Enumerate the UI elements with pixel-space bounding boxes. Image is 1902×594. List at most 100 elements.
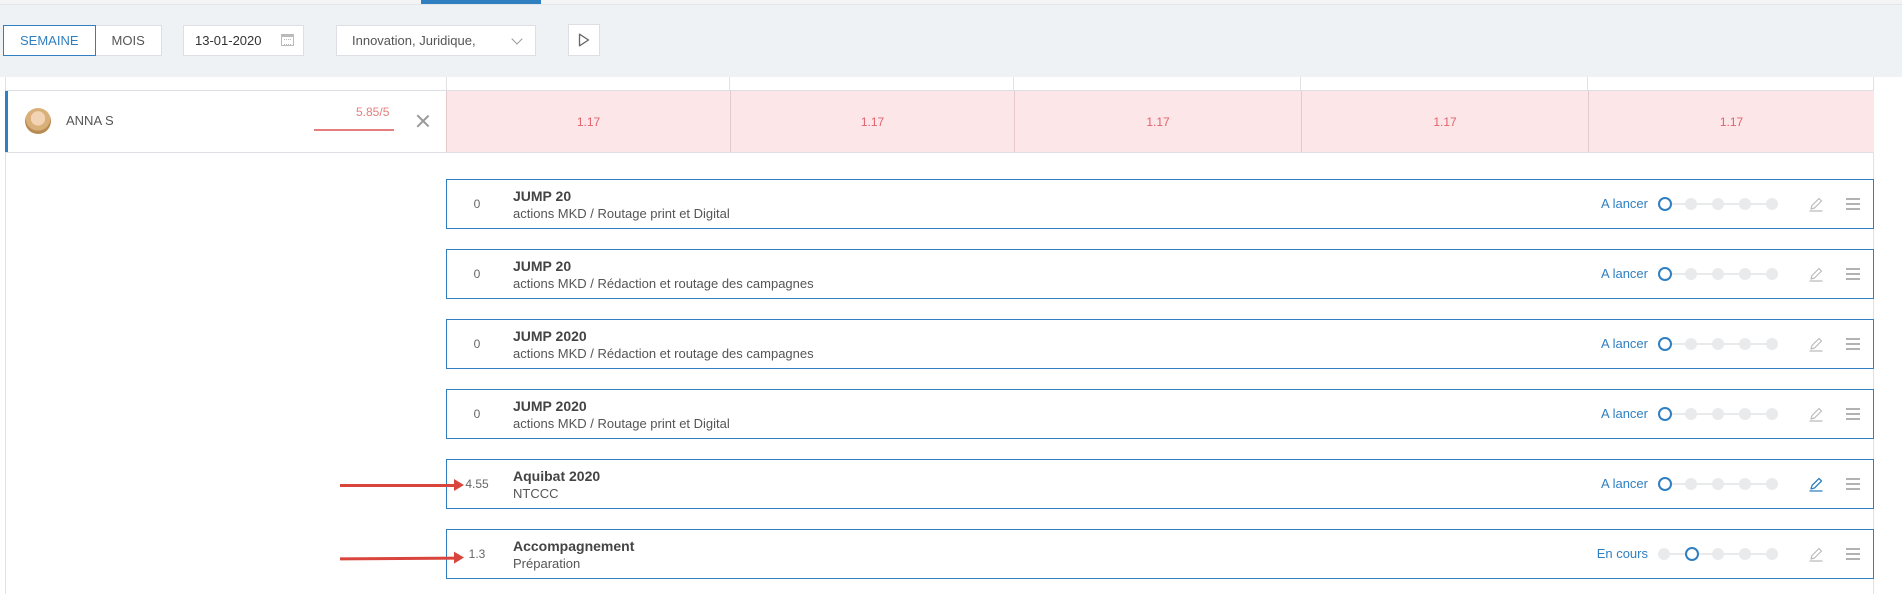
task-title: JUMP 2020 — [513, 398, 587, 414]
stepper-dot[interactable] — [1766, 548, 1778, 560]
stepper-dot[interactable] — [1712, 408, 1724, 420]
date-field[interactable]: 13-01-2020 — [183, 25, 304, 56]
stepper-current-dot[interactable] — [1658, 267, 1672, 281]
stepper-current-dot[interactable] — [1658, 477, 1672, 491]
run-button[interactable] — [568, 24, 600, 56]
task-subtitle: actions MKD / Rédaction et routage des c… — [513, 346, 814, 361]
task-hours: 0 — [473, 337, 481, 351]
task-title: JUMP 20 — [513, 258, 572, 274]
toolbar: SEMAINE MOIS 13-01-2020 Innovation, Juri… — [0, 5, 1902, 77]
stepper-current-dot[interactable] — [1658, 197, 1672, 211]
column-divider — [446, 77, 447, 90]
column-divider — [1013, 77, 1014, 90]
stepper-dot[interactable] — [1739, 338, 1751, 350]
task-status: A lancer — [1601, 266, 1648, 281]
week-view-button[interactable]: SEMAINE — [3, 25, 96, 56]
status-stepper[interactable] — [1658, 547, 1780, 561]
stepper-dot[interactable] — [1712, 478, 1724, 490]
status-stepper[interactable] — [1658, 407, 1780, 421]
task-hours: 0 — [473, 267, 481, 281]
day-load-cell[interactable]: 1.17 — [1301, 91, 1588, 152]
task-row[interactable]: 4.55 Aquibat 2020 NTCCC A lancer — [446, 459, 1874, 509]
stepper-dot[interactable] — [1658, 548, 1670, 560]
pencil-icon[interactable] — [1808, 196, 1824, 212]
stepper-dot[interactable] — [1739, 268, 1751, 280]
stepper-dot[interactable] — [1712, 338, 1724, 350]
department-select[interactable]: Innovation, Juridique, — [336, 25, 536, 56]
pencil-icon[interactable] — [1808, 336, 1824, 352]
status-stepper[interactable] — [1658, 197, 1780, 211]
task-row[interactable]: 0 JUMP 2020 actions MKD / Rédaction et r… — [446, 319, 1874, 369]
active-tab-indicator — [421, 0, 541, 4]
task-row[interactable]: 0 JUMP 2020 actions MKD / Routage print … — [446, 389, 1874, 439]
stepper-current-dot[interactable] — [1685, 547, 1699, 561]
pencil-icon[interactable] — [1808, 406, 1824, 422]
status-stepper[interactable] — [1658, 267, 1780, 281]
annotation-arrow — [339, 556, 457, 561]
stepper-dot[interactable] — [1685, 408, 1697, 420]
status-stepper[interactable] — [1658, 337, 1780, 351]
stepper-dot[interactable] — [1739, 408, 1751, 420]
stepper-current-dot[interactable] — [1658, 407, 1672, 421]
task-title: Accompagnement — [513, 538, 635, 554]
stepper-dot[interactable] — [1712, 198, 1724, 210]
task-subtitle: actions MKD / Routage print et Digital — [513, 206, 730, 221]
task-title: JUMP 20 — [513, 188, 572, 204]
drag-handle-icon[interactable] — [1845, 267, 1861, 281]
day-load-cell[interactable]: 1.17 — [446, 91, 730, 152]
column-divider — [1587, 77, 1588, 90]
stepper-dot[interactable] — [1739, 548, 1751, 560]
stepper-dot[interactable] — [1766, 338, 1778, 350]
workload-bar — [314, 129, 394, 131]
planning-grid: ANNA S 5.85/5 1.17 1.17 1.17 1.17 1.17 0… — [0, 77, 1902, 594]
column-divider — [729, 77, 730, 90]
workload-value: 5.85/5 — [356, 105, 390, 119]
day-load-cell[interactable]: 1.17 — [1588, 91, 1874, 152]
task-hours: 0 — [473, 197, 481, 211]
task-status: En cours — [1596, 546, 1648, 561]
planning-screen: SEMAINE MOIS 13-01-2020 Innovation, Juri… — [0, 0, 1902, 594]
day-load-cell[interactable]: 1.17 — [730, 91, 1014, 152]
stepper-current-dot[interactable] — [1658, 337, 1672, 351]
stepper-dot[interactable] — [1739, 478, 1751, 490]
date-value: 13-01-2020 — [195, 33, 262, 48]
person-info: ANNA S 5.85/5 — [5, 91, 448, 152]
close-icon[interactable] — [416, 114, 430, 128]
task-status: A lancer — [1601, 476, 1648, 491]
status-stepper[interactable] — [1658, 477, 1780, 491]
department-value: Innovation, Juridique, — [352, 33, 476, 48]
stepper-dot[interactable] — [1766, 478, 1778, 490]
stepper-dot[interactable] — [1766, 198, 1778, 210]
stepper-dot[interactable] — [1712, 548, 1724, 560]
stepper-dot[interactable] — [1766, 408, 1778, 420]
pencil-icon[interactable] — [1808, 476, 1824, 492]
drag-handle-icon[interactable] — [1845, 477, 1861, 491]
pencil-icon[interactable] — [1808, 266, 1824, 282]
task-subtitle: actions MKD / Routage print et Digital — [513, 416, 730, 431]
drag-handle-icon[interactable] — [1845, 547, 1861, 561]
stepper-dot[interactable] — [1685, 198, 1697, 210]
drag-handle-icon[interactable] — [1845, 337, 1861, 351]
task-subtitle: Préparation — [513, 556, 581, 571]
stepper-dot[interactable] — [1712, 268, 1724, 280]
stepper-dot[interactable] — [1685, 478, 1697, 490]
task-row[interactable]: 1.3 Accompagnement Préparation En cours — [446, 529, 1874, 579]
stepper-dot[interactable] — [1739, 198, 1751, 210]
task-row[interactable]: 0 JUMP 20 actions MKD / Routage print et… — [446, 179, 1874, 229]
stepper-dot[interactable] — [1685, 338, 1697, 350]
calendar-icon[interactable] — [281, 34, 294, 46]
drag-handle-icon[interactable] — [1845, 407, 1861, 421]
person-row[interactable]: ANNA S 5.85/5 1.17 1.17 1.17 1.17 1.17 — [5, 90, 1874, 153]
column-divider — [1300, 77, 1301, 90]
drag-handle-icon[interactable] — [1845, 197, 1861, 211]
task-status: A lancer — [1601, 336, 1648, 351]
stepper-dot[interactable] — [1766, 268, 1778, 280]
task-row[interactable]: 0 JUMP 20 actions MKD / Rédaction et rou… — [446, 249, 1874, 299]
play-icon — [578, 33, 590, 47]
avatar — [25, 108, 51, 134]
day-load-cell[interactable]: 1.17 — [1014, 91, 1301, 152]
task-subtitle: actions MKD / Rédaction et routage des c… — [513, 276, 814, 291]
pencil-icon[interactable] — [1808, 546, 1824, 562]
stepper-dot[interactable] — [1685, 268, 1697, 280]
month-view-button[interactable]: MOIS — [94, 25, 162, 56]
